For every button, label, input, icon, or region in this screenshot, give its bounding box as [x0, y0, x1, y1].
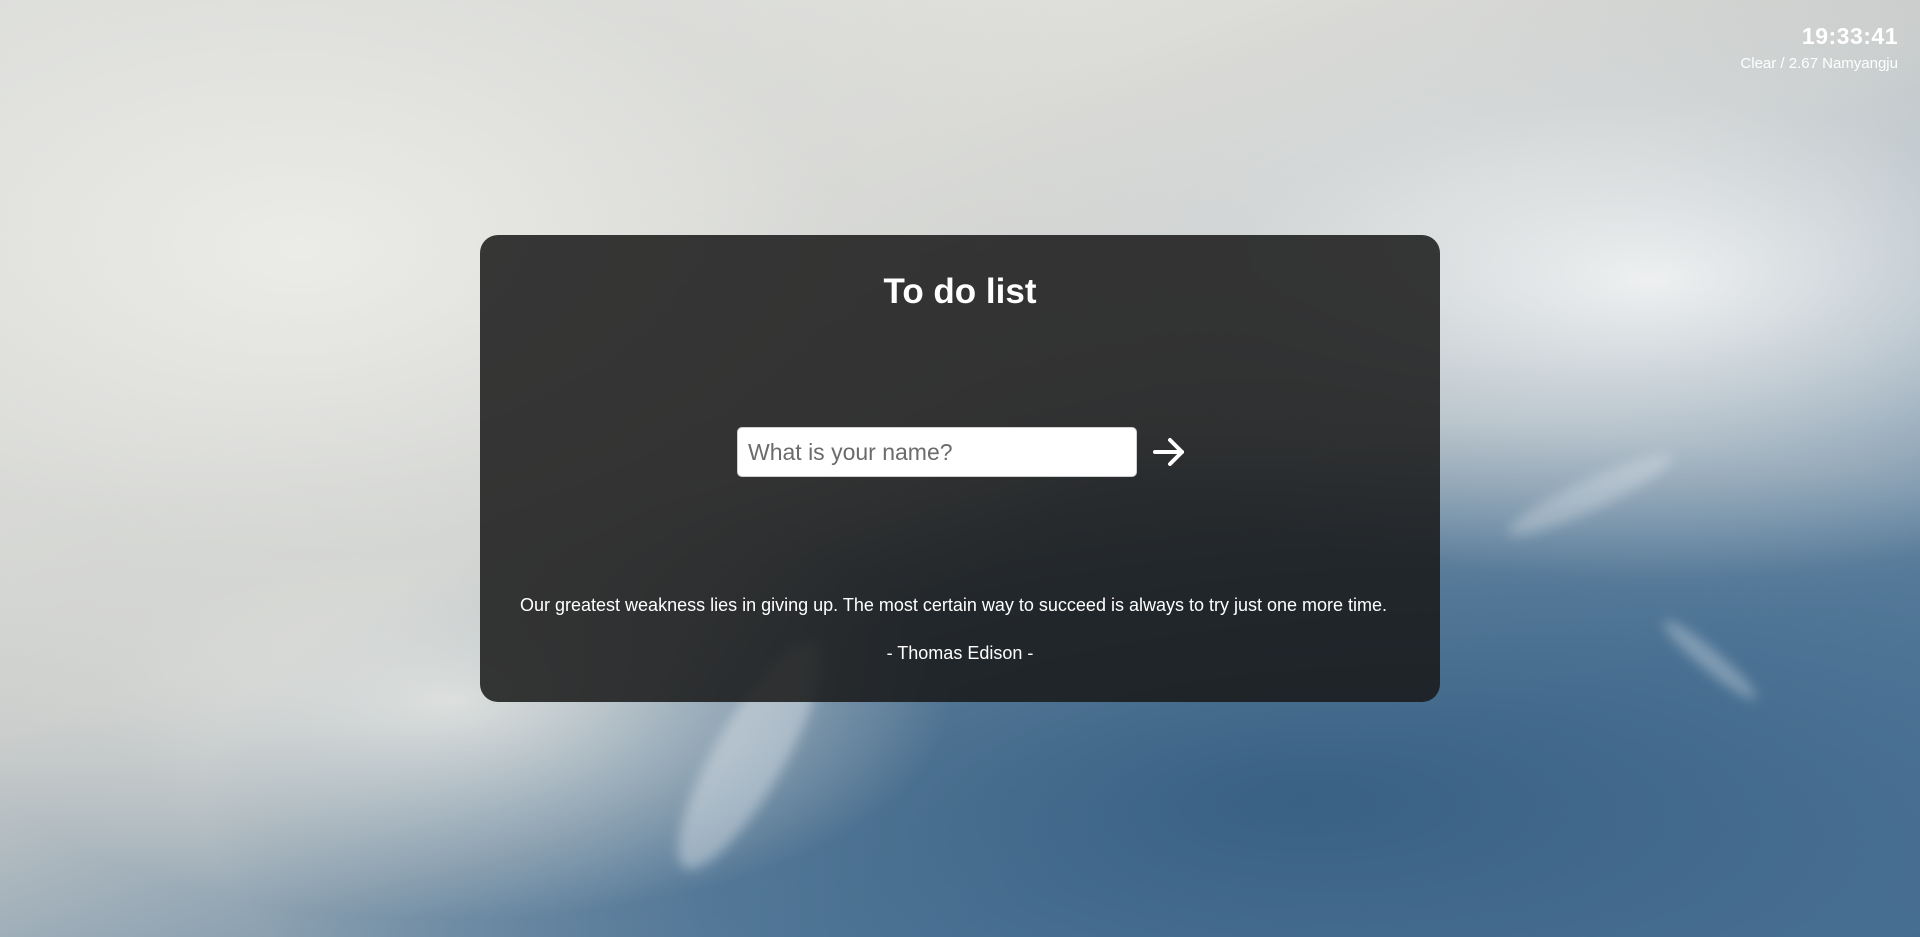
background-cloud-streak	[1502, 443, 1678, 547]
quote-author: - Thomas Edison -	[886, 643, 1034, 663]
page-title: To do list	[883, 272, 1037, 311]
clock: 19:33:41	[1801, 23, 1898, 49]
submit-button[interactable]	[1149, 432, 1189, 472]
name-input[interactable]	[737, 427, 1137, 477]
clock-weather-widget: 19:33:41 Clear / 2.67 Namyangju	[1740, 22, 1898, 74]
todo-card: To do list Our greatest weakness lies in…	[480, 235, 1440, 702]
quote-text: Our greatest weakness lies in giving up.…	[520, 595, 1388, 615]
weather-info: Clear / 2.67 Namyangju	[1740, 55, 1898, 72]
background-cloud-streak	[1657, 613, 1763, 707]
arrow-right-icon	[1153, 438, 1184, 466]
name-form	[737, 427, 1189, 477]
